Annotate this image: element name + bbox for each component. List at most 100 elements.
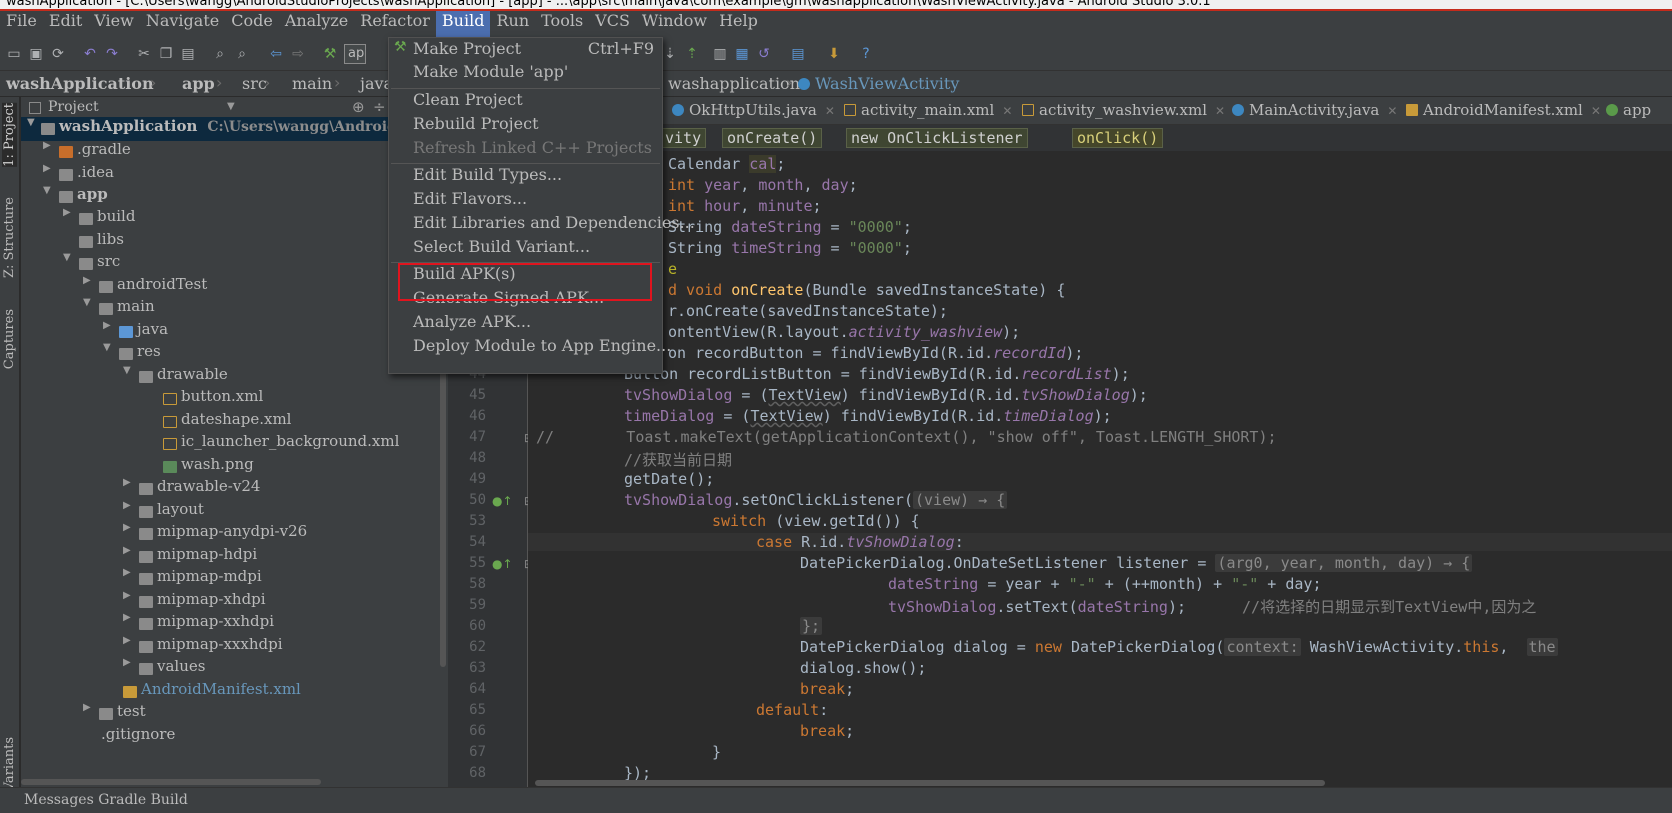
menu-help[interactable]: Help — [713, 11, 764, 37]
code-crumb-oncreate[interactable]: onCreate() — [722, 128, 823, 148]
menu-item-edit-libraries[interactable]: Edit Libraries and Dependencies... — [389, 213, 695, 237]
collapsed-arrow-icon[interactable]: ▶ — [123, 522, 135, 533]
code-crumb-onclicklistener[interactable]: new OnClickListener — [846, 128, 1028, 148]
menu-view[interactable]: View — [88, 11, 140, 37]
tree-item-dateshape-xml[interactable]: dateshape.xml — [21, 410, 441, 434]
menu-item-edit-flavors[interactable]: Edit Flavors... — [389, 189, 662, 213]
help-icon[interactable]: ? — [858, 46, 874, 62]
vcs-update-icon[interactable]: ⇣ — [662, 46, 678, 62]
revert-icon[interactable]: ↺ — [756, 46, 772, 62]
close-icon[interactable]: ✕ — [1215, 104, 1225, 118]
tree-item-main[interactable]: ▼ main — [21, 297, 441, 321]
override-marker-icon[interactable]: ●↑ — [492, 494, 513, 508]
menu-item-select-build-variant[interactable]: Select Build Variant... — [389, 237, 662, 261]
cut-icon[interactable]: ✂ — [136, 46, 152, 62]
tree-item-mipmap-anydpi-v26[interactable]: ▶ mipmap-anydpi-v26 — [21, 522, 441, 546]
tree-item-mipmap-xxxhdpi[interactable]: ▶ mipmap-xxxhdpi — [21, 635, 441, 659]
collapsed-arrow-icon[interactable]: ▶ — [123, 590, 135, 601]
redo-icon[interactable]: ↷ — [104, 46, 120, 62]
tree-item-java[interactable]: ▶ java — [21, 320, 441, 344]
tab-androidmanifest-xml[interactable]: AndroidManifest.xml ✕ — [1406, 101, 1601, 119]
tree-item-mipmap-mdpi[interactable]: ▶ mipmap-mdpi — [21, 567, 441, 591]
tree-item-button-xml[interactable]: button.xml — [21, 387, 441, 411]
save-icon[interactable]: ▣ — [28, 46, 44, 62]
editor-horizontal-scrollbar[interactable] — [535, 780, 1325, 786]
device-monitor-icon[interactable]: ⬇ — [826, 46, 842, 62]
tree-item-wash-png[interactable]: wash.png — [21, 455, 441, 479]
tree-item-drawable[interactable]: ▼ drawable — [21, 365, 441, 389]
collapsed-arrow-icon[interactable]: ▶ — [123, 477, 135, 488]
tree-item-mipmap-hdpi[interactable]: ▶ mipmap-hdpi — [21, 545, 441, 569]
project-horizontal-scrollbar[interactable] — [21, 779, 321, 785]
forward-icon[interactable]: ⇨ — [290, 46, 306, 62]
menu-refactor[interactable]: Refactor — [354, 11, 436, 37]
breadcrumb-package[interactable]: washapplication — [668, 74, 800, 93]
project-structure-icon[interactable]: ▤ — [790, 46, 806, 62]
copy-icon[interactable]: ❐ — [158, 46, 174, 62]
sdk-manager-icon[interactable]: ▥ — [712, 46, 728, 62]
tree-item-res[interactable]: ▼ res — [21, 342, 441, 366]
tab-activity-washview-xml[interactable]: activity_washview.xml ✕ — [1022, 101, 1225, 119]
expanded-arrow-icon[interactable]: ▼ — [27, 117, 39, 128]
tab-okhttputils[interactable]: OkHttpUtils.java ✕ — [672, 101, 835, 119]
menu-navigate[interactable]: Navigate — [140, 11, 225, 37]
menu-window[interactable]: Window — [636, 11, 713, 37]
menu-item-make-project[interactable]: ⚒ Make Project Ctrl+F9 — [389, 39, 662, 63]
tree-item-gradle[interactable]: ▶ .gradle — [21, 140, 441, 164]
collapsed-arrow-icon[interactable]: ▶ — [43, 163, 55, 174]
collapsed-arrow-icon[interactable]: ▶ — [123, 657, 135, 668]
tree-item-androidmanifest-xml[interactable]: AndroidManifest.xml — [21, 680, 441, 704]
menu-item-clean-project[interactable]: Clean Project — [389, 90, 662, 114]
expanded-arrow-icon[interactable]: ▼ — [43, 185, 55, 196]
menu-item-edit-build-types[interactable]: Edit Build Types... — [389, 165, 662, 189]
find-icon[interactable]: ⌕ — [212, 46, 228, 62]
tree-item-gitignore[interactable]: .gitignore — [21, 725, 441, 743]
hammer-icon[interactable]: ⚒ — [322, 46, 338, 62]
expanded-arrow-icon[interactable]: ▼ — [83, 297, 95, 308]
collapsed-arrow-icon[interactable]: ▶ — [123, 545, 135, 556]
code-crumb-onclick[interactable]: onClick() — [1072, 128, 1164, 148]
collapsed-arrow-icon[interactable]: ▶ — [83, 275, 95, 286]
code-crumb-class[interactable]: vity — [660, 128, 707, 148]
project-tool-button[interactable]: 1: Project — [2, 103, 17, 167]
menu-code[interactable]: Code — [225, 11, 279, 37]
open-icon[interactable]: ▭ — [6, 46, 22, 62]
menu-item-analyze-apk[interactable]: Analyze APK... — [389, 312, 662, 336]
tree-item-test[interactable]: ▶ test — [21, 702, 441, 726]
menu-tools[interactable]: Tools — [535, 11, 589, 37]
tree-item-app[interactable]: ▼ app — [21, 185, 441, 209]
expanded-arrow-icon[interactable]: ▼ — [123, 365, 135, 376]
override-marker-icon[interactable]: ●↑ — [492, 557, 513, 571]
replace-icon[interactable]: ⌕ — [234, 46, 250, 62]
close-icon[interactable]: ✕ — [1387, 104, 1397, 118]
collapsed-arrow-icon[interactable]: ▶ — [123, 635, 135, 646]
tree-item-libs[interactable]: libs — [21, 230, 441, 254]
tree-item-washapplication[interactable]: ▼ washApplication C:\Users\wangg\AndroidS… — [21, 117, 441, 141]
tree-item-ic-launcher-background-xml[interactable]: ic_launcher_background.xml — [21, 432, 441, 456]
menu-item-make-module[interactable]: Make Module 'app' — [389, 62, 662, 86]
tab-activity-main-xml[interactable]: activity_main.xml ✕ — [844, 101, 1012, 119]
menu-item-deploy-app-engine[interactable]: Deploy Module to App Engine... — [389, 336, 671, 360]
breadcrumb-class[interactable]: WashViewActivity — [798, 74, 959, 93]
close-icon[interactable]: ✕ — [825, 104, 835, 118]
tab-app[interactable]: app — [1606, 101, 1651, 119]
paste-icon[interactable]: ▤ — [180, 46, 196, 62]
tree-item-mipmap-xhdpi[interactable]: ▶ mipmap-xhdpi — [21, 590, 441, 614]
menu-run[interactable]: Run — [490, 11, 535, 37]
collapsed-arrow-icon[interactable]: ▶ — [123, 567, 135, 578]
menu-vcs[interactable]: VCS — [589, 11, 636, 37]
collapsed-arrow-icon[interactable]: ▶ — [123, 500, 135, 511]
project-view-select[interactable]: Project — [48, 99, 99, 115]
menu-file[interactable]: File — [0, 11, 43, 37]
tree-item-layout[interactable]: ▶ layout — [21, 500, 441, 524]
menu-build[interactable]: Build — [435, 11, 491, 37]
vcs-commit-icon[interactable]: ⇡ — [684, 46, 700, 62]
structure-tool-button[interactable]: Z: Structure — [2, 197, 17, 278]
tree-item-values[interactable]: ▶ values — [21, 657, 441, 681]
expanded-arrow-icon[interactable]: ▼ — [103, 342, 115, 353]
close-icon[interactable]: ✕ — [1591, 104, 1601, 118]
breadcrumb-main[interactable]: main — [292, 74, 332, 93]
code-editor[interactable]: Calendar cal; int year, month, day; int … — [528, 151, 1672, 787]
undo-icon[interactable]: ↶ — [82, 46, 98, 62]
sync-icon[interactable]: ⟳ — [50, 46, 66, 62]
